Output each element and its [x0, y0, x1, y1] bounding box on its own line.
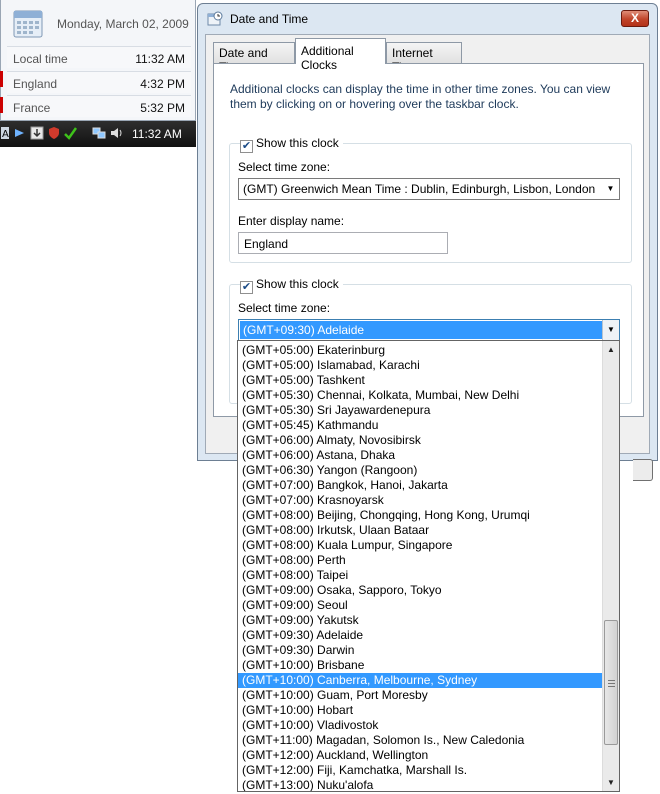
- arrow-icon[interactable]: [13, 126, 27, 140]
- clock-1-timezone-value: (GMT) Greenwich Mean Time : Dublin, Edin…: [243, 182, 596, 196]
- clock-2-zone-label: Select time zone:: [238, 301, 331, 315]
- clock-1-group: ✔ Show this clock Select time zone: (GMT)…: [229, 136, 632, 263]
- timezone-option[interactable]: (GMT+13:00) Nuku'alofa: [238, 778, 603, 791]
- clock-calendar-icon: [207, 11, 223, 26]
- timezone-option[interactable]: (GMT+08:00) Irkutsk, Ulaan Bataar: [238, 523, 603, 538]
- flyout-clock-name: Local time: [13, 52, 68, 66]
- timezone-option[interactable]: (GMT+09:30) Darwin: [238, 643, 603, 658]
- show-clock-1-checkbox[interactable]: ✔: [240, 140, 253, 153]
- close-button[interactable]: X: [621, 10, 649, 27]
- timezone-option[interactable]: (GMT+12:00) Auckland, Wellington: [238, 748, 603, 763]
- flyout-clock-time: 5:32 PM: [140, 101, 185, 115]
- show-clock-2-label[interactable]: Show this clock: [256, 277, 339, 291]
- window-title: Date and Time: [230, 12, 309, 26]
- tab-internet-time[interactable]: Internet Time: [386, 42, 462, 74]
- timezone-option[interactable]: (GMT+08:00) Perth: [238, 553, 603, 568]
- svg-text:A: A: [2, 129, 9, 140]
- flyout-clock-row: England 4:32 PM: [7, 71, 191, 93]
- chevron-down-icon[interactable]: ▼: [602, 179, 619, 199]
- apply-button[interactable]: [633, 459, 653, 481]
- timezone-option[interactable]: (GMT+09:00) Seoul: [238, 598, 603, 613]
- clock-2-timezone-value: (GMT+09:30) Adelaide: [243, 323, 365, 337]
- flyout-clock-time: 11:32 AM: [135, 52, 185, 66]
- timezone-option[interactable]: (GMT+12:00) Fiji, Kamchatka, Marshall Is…: [238, 763, 603, 778]
- taskbar-tray: A 11:32 AM: [0, 121, 196, 147]
- title-bar[interactable]: Date and Time X: [198, 4, 657, 34]
- timezone-option[interactable]: (GMT+05:30) Sri Jayawardenepura: [238, 403, 603, 418]
- scroll-down-icon[interactable]: ▼: [603, 774, 619, 791]
- timezone-options: (GMT+05:00) Ekaterinburg (GMT+05:00) Isla…: [238, 343, 603, 791]
- timezone-option[interactable]: (GMT+06:00) Almaty, Novosibirsk: [238, 433, 603, 448]
- timezone-option[interactable]: (GMT+05:45) Kathmandu: [238, 418, 603, 433]
- flyout-date[interactable]: Monday, March 02, 2009: [57, 17, 189, 31]
- vertical-scrollbar[interactable]: ▲ ▼: [602, 341, 619, 791]
- flyout-clock-time: 4:32 PM: [140, 77, 185, 91]
- timezone-option[interactable]: (GMT+08:00) Kuala Lumpur, Singapore: [238, 538, 603, 553]
- clock-1-timezone-select[interactable]: (GMT) Greenwich Mean Time : Dublin, Edin…: [238, 178, 620, 200]
- background-window-edge: [0, 97, 3, 113]
- timezone-option[interactable]: (GMT+05:00) Islamabad, Karachi: [238, 358, 603, 373]
- flyout-clock-name: France: [13, 101, 51, 115]
- timezone-option[interactable]: (GMT+05:00) Tashkent: [238, 373, 603, 388]
- timezone-option[interactable]: (GMT+10:00) Hobart: [238, 703, 603, 718]
- flyout-clock-row: Local time 11:32 AM: [7, 46, 191, 68]
- timezone-option[interactable]: (GMT+08:00) Beijing, Chongqing, Hong Kon…: [238, 508, 603, 523]
- background-window-edge: [0, 71, 3, 87]
- timezone-option[interactable]: (GMT+10:00) Canberra, Melbourne, Sydney: [238, 673, 603, 688]
- timezone-option[interactable]: (GMT+06:30) Yangon (Rangoon): [238, 463, 603, 478]
- security-check-icon[interactable]: [63, 126, 77, 140]
- network-icon[interactable]: [92, 126, 106, 140]
- timezone-option[interactable]: (GMT+07:00) Bangkok, Hanoi, Jakarta: [238, 478, 603, 493]
- timezone-option[interactable]: (GMT+09:30) Adelaide: [238, 628, 603, 643]
- flyout-clock-row: France 5:32 PM: [7, 95, 191, 117]
- taskbar-clock[interactable]: 11:32 AM: [132, 127, 182, 141]
- timezone-option[interactable]: (GMT+08:00) Taipei: [238, 568, 603, 583]
- timezone-option[interactable]: (GMT+09:00) Osaka, Sapporo, Tokyo: [238, 583, 603, 598]
- timezone-option[interactable]: (GMT+10:00) Vladivostok: [238, 718, 603, 733]
- tab-additional-clocks[interactable]: Additional Clocks: [295, 38, 386, 72]
- language-bar-icon[interactable]: A: [0, 126, 14, 140]
- calendar-icon: [13, 10, 43, 38]
- grip-icon: [608, 680, 615, 688]
- timezone-option[interactable]: (GMT+11:00) Magadan, Solomon Is., New Ca…: [238, 733, 603, 748]
- scroll-up-icon[interactable]: ▲: [603, 341, 619, 358]
- volume-icon[interactable]: [110, 126, 124, 140]
- chevron-down-icon[interactable]: ▼: [602, 320, 619, 340]
- timezone-dropdown-list[interactable]: (GMT+05:00) Ekaterinburg (GMT+05:00) Isla…: [237, 340, 620, 792]
- clock-1-name-label: Enter display name:: [238, 214, 345, 228]
- scrollbar-thumb[interactable]: [604, 620, 618, 745]
- timezone-option[interactable]: (GMT+09:00) Yakutsk: [238, 613, 603, 628]
- download-icon[interactable]: [30, 126, 44, 140]
- timezone-option[interactable]: (GMT+10:00) Brisbane: [238, 658, 603, 673]
- show-clock-1-label[interactable]: Show this clock: [256, 136, 339, 150]
- timezone-option[interactable]: (GMT+06:00) Astana, Dhaka: [238, 448, 603, 463]
- shield-icon[interactable]: [47, 126, 61, 140]
- timezone-option[interactable]: (GMT+07:00) Krasnoyarsk: [238, 493, 603, 508]
- clock-1-display-name-input[interactable]: England: [238, 232, 448, 254]
- clock-2-timezone-select[interactable]: (GMT+09:30) Adelaide ▼: [238, 319, 620, 341]
- show-clock-2-checkbox[interactable]: ✔: [240, 281, 253, 294]
- timezone-option[interactable]: (GMT+05:00) Ekaterinburg: [238, 343, 603, 358]
- timezone-option[interactable]: (GMT+10:00) Guam, Port Moresby: [238, 688, 603, 703]
- clock-flyout: Monday, March 02, 2009 Local time 11:32 A…: [0, 0, 196, 121]
- timezone-option[interactable]: (GMT+05:30) Chennai, Kolkata, Mumbai, Ne…: [238, 388, 603, 403]
- flyout-clock-name: England: [13, 77, 58, 91]
- tab-date-and-time[interactable]: Date and Time: [213, 42, 295, 74]
- intro-text: Additional clocks can display the time i…: [230, 82, 611, 111]
- clock-1-zone-label: Select time zone:: [238, 160, 331, 174]
